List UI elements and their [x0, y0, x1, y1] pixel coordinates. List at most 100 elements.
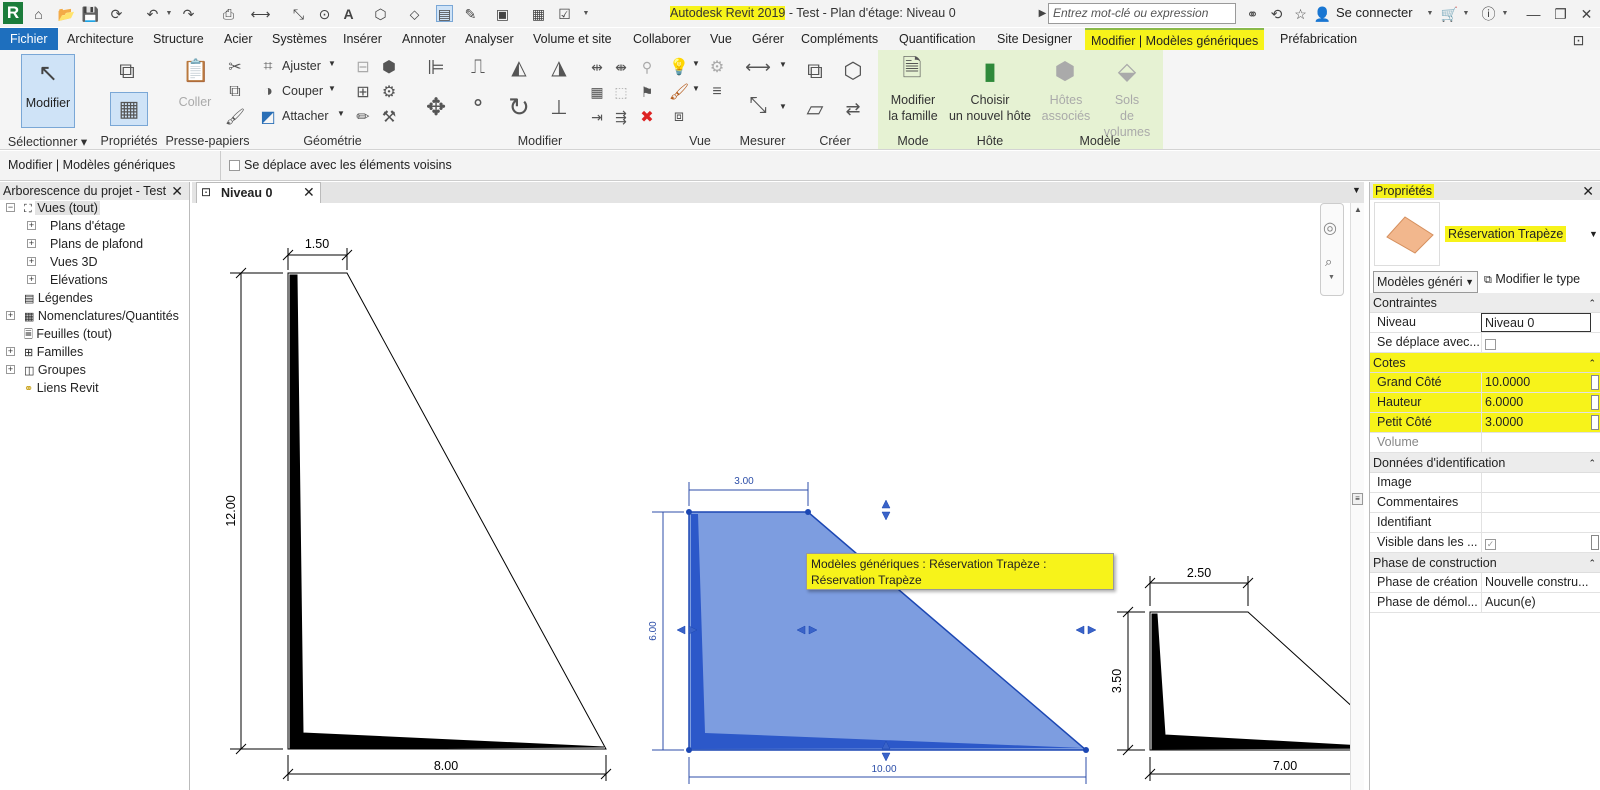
user-icon[interactable]: 👤	[1314, 5, 1331, 22]
modifier-famille-button[interactable]: Modifier la famille	[882, 92, 944, 124]
phase-creation-select[interactable]: Nouvelle constru...	[1481, 573, 1591, 592]
pick-host-icon[interactable]: ▮	[975, 56, 1005, 86]
tab-annoter[interactable]: Annoter	[396, 28, 452, 50]
dimension-dropdown-icon[interactable]: ▼	[779, 102, 787, 111]
properties-icon[interactable]: ▦	[110, 92, 148, 126]
help-dropdown-icon[interactable]: ▼	[1501, 5, 1509, 22]
section-contraintes[interactable]: Contraintes ⌃	[1370, 293, 1600, 313]
trapeze-2-outline[interactable]	[688, 511, 1089, 751]
undo-icon[interactable]: ↶	[144, 5, 161, 22]
ribbon-toggle-icon[interactable]: ⊡	[1570, 31, 1587, 48]
save-icon[interactable]: 💾	[82, 5, 99, 22]
expand-icon[interactable]: +	[6, 311, 15, 320]
pin-icon[interactable]: ⚑	[636, 81, 658, 103]
rotate-icon[interactable]: ↻	[508, 92, 530, 122]
section-icon[interactable]: ⬦	[406, 5, 423, 22]
tree-item-liens[interactable]: ⚭ Liens Revit	[24, 379, 99, 397]
niveau-input[interactable]: Niveau 0	[1481, 313, 1591, 332]
tab-architecture[interactable]: Architecture	[61, 28, 140, 50]
minimize-icon[interactable]: —	[1525, 5, 1542, 22]
phase-demolition-select[interactable]: Aucun(e)	[1481, 593, 1591, 612]
close-properties-icon[interactable]: ✕	[1582, 182, 1594, 200]
tab-complements[interactable]: Compléments	[795, 28, 884, 50]
tree-item-feuilles[interactable]: 🗏 Feuilles (tout)	[24, 325, 112, 343]
join-icon[interactable]: ⚙	[378, 81, 400, 103]
grand-cote-input[interactable]: 10.0000	[1481, 373, 1591, 392]
flip-up-icon[interactable]	[881, 499, 891, 509]
redo-icon[interactable]: ↷	[180, 5, 197, 22]
subscription-icon[interactable]: ⟲	[1268, 5, 1285, 22]
close-view-icon[interactable]: ✕	[303, 184, 315, 201]
match-properties-icon[interactable]: 🖌	[224, 106, 246, 128]
trapeze-3[interactable]	[1117, 576, 1350, 781]
create-parts-icon[interactable]: ⬡	[838, 56, 868, 86]
expand-icon[interactable]: +	[6, 347, 15, 356]
linework-dropdown-icon[interactable]: ▼	[692, 84, 700, 93]
help-icon[interactable]: ⓘ	[1480, 5, 1497, 22]
dim-3-top[interactable]: 2.50	[1187, 566, 1211, 580]
dim-2-bottom[interactable]: 10.00	[871, 764, 896, 775]
collapse-section-icon[interactable]: ⌃	[1588, 453, 1596, 473]
trim-icon[interactable]: ⊥	[548, 96, 570, 119]
view-tab-niveau-0[interactable]: ⊡ Niveau 0 ✕	[196, 182, 321, 203]
linework-icon[interactable]: 🖌	[668, 81, 690, 103]
cart-icon[interactable]: 🛒	[1441, 5, 1458, 22]
signin-link[interactable]: Se connecter	[1336, 5, 1413, 20]
switch-windows-icon[interactable]: ▣	[494, 5, 511, 22]
associate-param-button[interactable]	[1591, 415, 1599, 430]
associate-param-button[interactable]	[1591, 395, 1599, 410]
grip-left-a-icon[interactable]	[676, 625, 686, 635]
move-icon[interactable]: ✥	[425, 94, 447, 121]
edit-type-button[interactable]: ⧉ Modifier le type	[1484, 272, 1580, 287]
create-similar-icon[interactable]: ⇄	[838, 94, 868, 124]
petit-cote-input[interactable]: 3.0000	[1481, 413, 1591, 432]
wall-join-icon[interactable]: ⬢	[378, 56, 400, 78]
scroll-thumb[interactable]: ≡	[1352, 493, 1363, 505]
section-cotes[interactable]: Cotes ⌃	[1370, 353, 1600, 373]
dim-3-left[interactable]: 3.50	[1110, 669, 1124, 693]
visible-checkbox[interactable]: ✓	[1485, 538, 1496, 550]
steering-wheel-icon[interactable]: ◎	[1323, 218, 1337, 238]
tab-analyser[interactable]: Analyser	[459, 28, 520, 50]
drawing-canvas[interactable]: 1.50 12.00 8.00 3.00 6.00 10.00 2.50 3.5…	[192, 203, 1350, 790]
trapeze-2-selected[interactable]	[652, 482, 1097, 784]
override-graphics-icon[interactable]: ≡	[706, 81, 728, 103]
tree-item-plans-plafond[interactable]: Plans de plafond	[50, 235, 143, 253]
ajuster-icon[interactable]: ⌗	[257, 56, 279, 78]
sync-icon[interactable]: ⟳	[108, 5, 125, 22]
tab-inserer[interactable]: Insérer	[337, 28, 388, 50]
attacher-label[interactable]: Attacher	[282, 109, 329, 123]
type-selector[interactable]: Réservation Trapèze	[1445, 226, 1567, 242]
dimension-icon[interactable]: ⤡	[290, 5, 307, 22]
tree-item-plans-etage[interactable]: Plans d'étage	[50, 217, 125, 235]
tab-modifier-modeles-generiques[interactable]: Modifier | Modèles génériques	[1085, 28, 1265, 50]
split-face-icon[interactable]: ⊞	[352, 81, 374, 103]
tab-gerer[interactable]: Gérer	[746, 28, 790, 50]
zoom-dropdown-icon[interactable]: ▼	[1328, 274, 1335, 281]
view-list-dropdown-icon[interactable]: ▼	[1352, 185, 1361, 195]
hide-icon[interactable]: 💡	[668, 56, 690, 78]
couper-icon[interactable]: ◑	[257, 81, 279, 103]
collapse-section-icon[interactable]: ⌃	[1588, 553, 1596, 573]
tab-prefabrication[interactable]: Préfabrication	[1274, 28, 1363, 50]
trim-multiple-icon[interactable]: ⇶	[610, 106, 632, 128]
open-icon[interactable]: 📂	[58, 5, 75, 22]
grip-right-b-icon[interactable]	[1087, 625, 1097, 635]
copy-icon[interactable]: ⧉	[224, 81, 246, 103]
collapse-icon[interactable]: −	[6, 203, 15, 212]
dim-1-bottom[interactable]: 8.00	[434, 759, 458, 773]
tree-item-elevations[interactable]: Elévations	[50, 271, 108, 289]
close-window-icon[interactable]: ✕	[1578, 5, 1595, 22]
tab-acier[interactable]: Acier	[218, 28, 258, 50]
create-group-icon[interactable]: ▱	[800, 94, 830, 124]
tree-item-vues[interactable]: ⛶ Vues (tout)	[24, 199, 100, 217]
group-selectionner[interactable]: Sélectionner ▾	[5, 134, 90, 150]
choisir-hote-button[interactable]: Choisir un nouvel hôte	[948, 92, 1032, 124]
home-icon[interactable]: ⌂	[30, 5, 47, 22]
3d-view-icon[interactable]: ⬡	[372, 5, 389, 22]
tab-structure[interactable]: Structure	[147, 28, 210, 50]
tab-fichier[interactable]: Fichier	[0, 28, 58, 50]
dim-2-left[interactable]: 6.00	[648, 621, 659, 641]
tree-item-nomenclatures[interactable]: ▦ Nomenclatures/Quantités	[24, 307, 179, 325]
vertical-scrollbar[interactable]: ▲ ≡	[1350, 203, 1364, 790]
